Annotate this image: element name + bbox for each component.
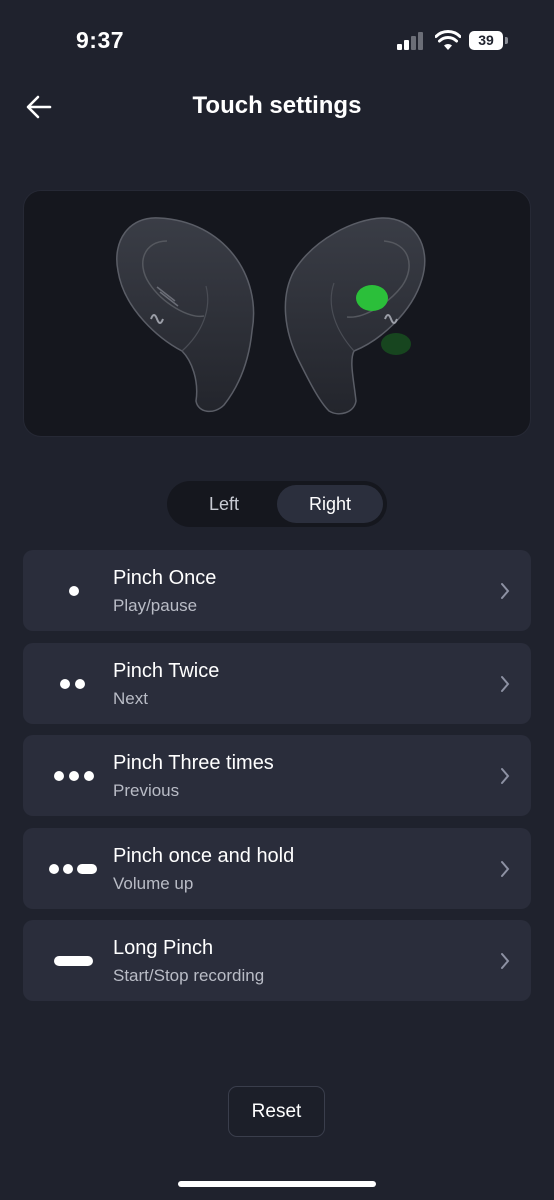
wifi-icon	[435, 30, 461, 50]
chevron-right-icon	[501, 675, 510, 692]
battery-tip	[505, 37, 508, 44]
gesture-title: Pinch Once	[113, 567, 217, 589]
gesture-title: Pinch Twice	[113, 659, 220, 682]
right-earbud-shape	[284, 217, 426, 415]
gesture-action: Previous	[113, 781, 180, 800]
chevron-right-icon	[501, 583, 510, 599]
home-indicator[interactable]	[178, 1181, 376, 1187]
gesture-row-long-pinch[interactable]: Long Pinch Start/Stop recording	[23, 920, 531, 1001]
chevron-right-icon	[501, 860, 510, 877]
dots-dash-icon	[49, 859, 97, 879]
page-title: Touch settings	[192, 92, 362, 119]
double-dot-icon	[53, 674, 95, 694]
status-time: 9:37	[76, 27, 125, 53]
triple-dot-icon	[53, 766, 95, 786]
gesture-title: Pinch Three times	[113, 752, 274, 774]
chevron-right-icon	[501, 768, 510, 784]
gesture-list: Pinch Once Play/pause Pinch Twice Next P…	[23, 550, 531, 1013]
gesture-row-pinch-three-times[interactable]: Pinch Three times Previous	[23, 735, 531, 816]
chevron-right-icon	[501, 953, 510, 969]
gesture-action: Volume up	[113, 873, 194, 893]
tab-right[interactable]: Right	[277, 485, 383, 523]
ear-selector: Left Right	[167, 481, 387, 527]
gesture-action: Next	[113, 688, 148, 708]
gesture-title: Pinch once and hold	[113, 844, 295, 867]
gesture-action: Play/pause	[113, 596, 198, 615]
cellular-signal-icon	[397, 32, 425, 50]
gesture-row-pinch-twice[interactable]: Pinch Twice Next	[23, 642, 531, 724]
tab-left[interactable]: Left	[171, 485, 277, 523]
gesture-action: Start/Stop recording	[113, 966, 265, 985]
earbuds-illustration	[23, 190, 531, 437]
gesture-title: Long Pinch	[113, 937, 214, 959]
gesture-row-pinch-once-and-hold[interactable]: Pinch once and hold Volume up	[23, 827, 531, 909]
gesture-row-pinch-once[interactable]: Pinch Once Play/pause	[23, 550, 531, 631]
earbuds-image	[116, 217, 426, 415]
reset-button[interactable]: Reset	[228, 1086, 325, 1137]
long-dash-icon	[53, 951, 95, 971]
left-earbud-shape	[116, 217, 255, 413]
header: Touch settings	[0, 80, 554, 134]
single-dot-icon	[53, 581, 95, 601]
status-bar: 9:37 39	[0, 0, 554, 80]
touch-sensor-indicator	[356, 285, 388, 311]
battery-icon: 39	[469, 31, 503, 50]
